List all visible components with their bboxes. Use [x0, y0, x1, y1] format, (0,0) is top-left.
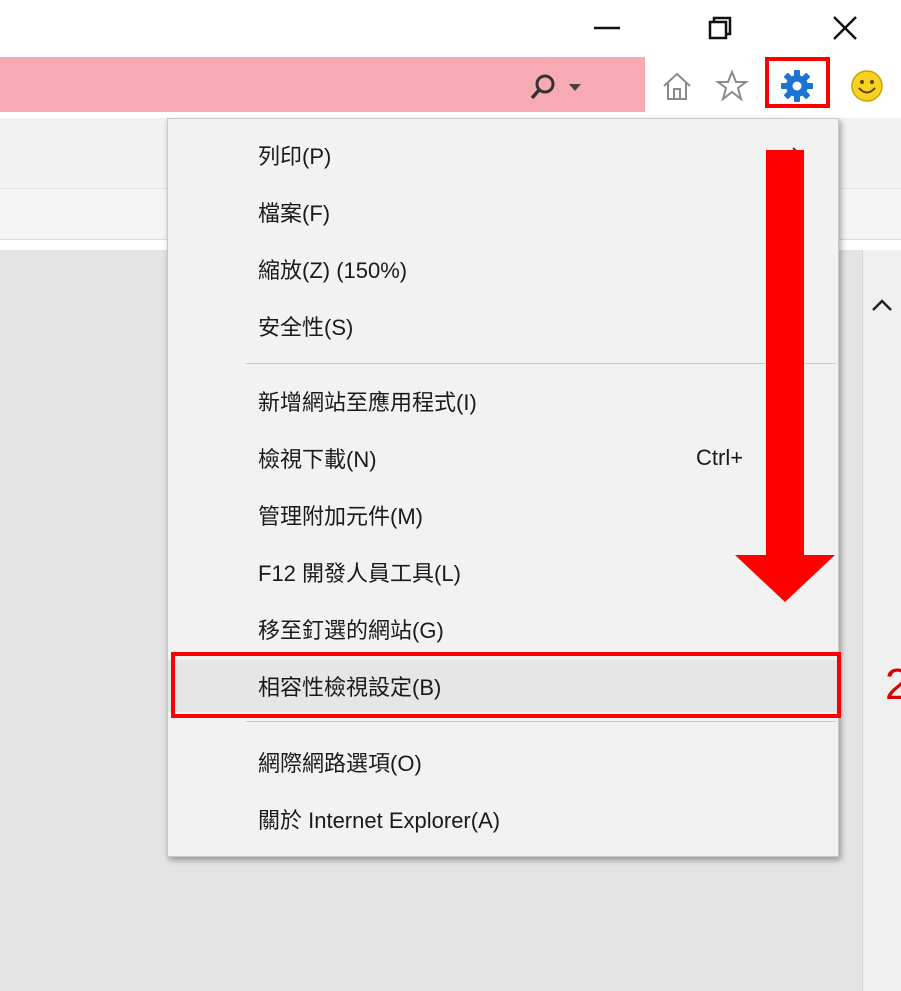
favorites-button[interactable] — [710, 62, 754, 110]
title-bar — [0, 0, 901, 55]
menu-item-label: 縮放(Z) (150%) — [258, 258, 408, 283]
menu-item-label: 網際網路選項(O) — [258, 751, 422, 776]
restore-icon — [708, 16, 732, 39]
close-button[interactable] — [815, 0, 875, 55]
menu-item-about[interactable]: 關於 Internet Explorer(A) — [168, 793, 838, 845]
menu-item-internet-options[interactable]: 網際網路選項(O) — [168, 736, 838, 788]
menu-item-label: 列印(P) — [258, 144, 332, 169]
smiley-icon — [851, 70, 883, 102]
star-icon — [715, 69, 749, 102]
minimize-icon — [594, 26, 620, 29]
menu-item-label: 管理附加元件(M) — [258, 504, 423, 529]
menu-item-label: F12 開發人員工具(L) — [258, 561, 461, 586]
gear-highlight-box — [765, 57, 830, 108]
restore-button[interactable] — [690, 0, 750, 55]
menu-item-label: 新增網站至應用程式(I) — [258, 390, 477, 415]
home-icon — [663, 72, 691, 100]
menu-item-label: 移至釘選的網站(G) — [258, 618, 444, 643]
search-dropdown-button[interactable] — [528, 70, 598, 104]
scroll-up-button[interactable] — [862, 285, 901, 325]
close-icon — [833, 15, 857, 40]
arrow-down-icon — [735, 150, 835, 602]
search-icon — [530, 74, 555, 100]
menu-item-pinned-sites[interactable]: 移至釘選的網站(G) — [168, 603, 838, 655]
step-number-label: 2 — [885, 660, 901, 709]
feedback-button[interactable] — [845, 62, 889, 110]
home-button[interactable] — [655, 62, 699, 110]
compatibility-highlight-box — [171, 652, 841, 718]
menu-separator — [246, 721, 836, 722]
dropdown-icon — [569, 84, 581, 91]
chevron-up-icon — [871, 299, 892, 311]
menu-item-label: 檢視下載(N) — [258, 447, 377, 472]
menu-item-label: 關於 Internet Explorer(A) — [258, 808, 501, 833]
vertical-scrollbar[interactable] — [862, 250, 901, 991]
minimize-button[interactable] — [577, 0, 637, 55]
menu-item-label: 安全性(S) — [258, 315, 354, 340]
menu-item-label: 檔案(F) — [258, 201, 331, 226]
